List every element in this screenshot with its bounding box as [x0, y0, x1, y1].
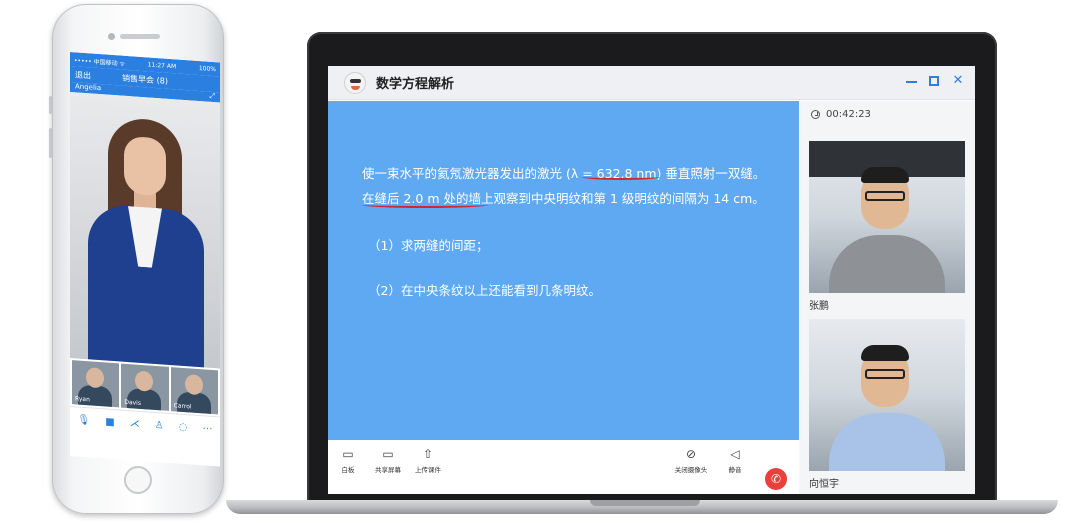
mute-button[interactable]: ◁ 静音 [715, 448, 755, 474]
upload-button[interactable]: ⇧ 上传课件 [408, 448, 448, 474]
mute-switch [49, 96, 52, 114]
upload-icon: ⇧ [422, 447, 434, 461]
clock-icon [811, 110, 820, 119]
fullscreen-icon[interactable]: ⤢ [209, 92, 215, 102]
participant-video[interactable] [809, 141, 965, 293]
mic-icon[interactable]: 🎙 [78, 415, 91, 427]
home-button[interactable] [124, 466, 152, 494]
laptop-notch [590, 500, 700, 506]
thumbnail[interactable]: Ryan [72, 360, 120, 408]
bottom-toolbar: ▭ 白板 ▭ 共享屏幕 ⇧ 上传课件 ⊘ 关闭摄像头 ◁ 静音 ✆ [328, 440, 799, 494]
annotation-underline [582, 174, 660, 180]
whiteboard[interactable]: 使一束水平的氦氖激光器发出的激光 (λ = 632.8 nm) 垂直照射一双缝。… [328, 101, 799, 440]
participant-name: 张鹏 [809, 301, 829, 312]
session-timer: 00:42:23 [811, 109, 871, 120]
more-icon[interactable]: ⋯ [202, 423, 212, 435]
question-line-1: 使一束水平的氦氖激光器发出的激光 (λ = 632.8 nm) 垂直照射一双缝。 [362, 166, 766, 181]
carrier: ••••• 中国移动 ᯤ [74, 56, 125, 68]
chat-icon[interactable]: ◌ [179, 422, 188, 434]
question-part-2: （2）在中央条纹以上还能看到几条明纹。 [368, 283, 601, 298]
question-part-1: （1）求两缝的间距； [368, 238, 489, 253]
thumbnail[interactable]: Carrol [170, 367, 218, 415]
battery: 100% [198, 64, 216, 73]
classroom-app-window: 数学方程解析 ✕ 使一束水平的氦氖激光器发出的激光 (λ = 632.8 nm)… [328, 66, 975, 494]
minimize-icon[interactable] [906, 74, 917, 83]
front-camera [108, 33, 115, 40]
volume-up-button [49, 128, 52, 158]
phone-time: 11:27 AM [147, 60, 177, 70]
camera-icon[interactable]: ■ [105, 416, 114, 428]
participant-video[interactable] [809, 319, 965, 471]
participant-name: 向恒宇 [809, 479, 839, 490]
monitor-icon: ▭ [382, 447, 394, 461]
maximize-icon[interactable] [929, 76, 939, 86]
speaker-icon: ◁ [730, 447, 740, 461]
close-icon[interactable]: ✕ [951, 74, 965, 88]
share-icon[interactable]: ⋌ [130, 418, 140, 430]
thumbnail[interactable]: Davis [121, 363, 169, 411]
share-screen-button[interactable]: ▭ 共享屏幕 [368, 448, 408, 474]
main-video [70, 92, 220, 369]
camera-off-button[interactable]: ⊘ 关闭摄像头 [671, 448, 711, 474]
whiteboard-button[interactable]: ▭ 白板 [328, 448, 368, 474]
user-icon[interactable]: ♙ [155, 420, 164, 432]
phone-screen: ••••• 中国移动 ᯤ 11:27 AM 100% 退出 销售早会 (8) A… [70, 52, 220, 467]
annotation-underline [362, 202, 488, 208]
window-title: 数学方程解析 [376, 77, 455, 92]
title-bar: 数学方程解析 ✕ [328, 66, 975, 100]
avatar-logo-icon [344, 71, 366, 94]
whiteboard-icon: ▭ [342, 447, 354, 461]
hangup-button[interactable]: ✆ [765, 468, 787, 490]
earpiece [120, 34, 160, 39]
participants-panel: 00:42:23 张鹏 向恒宇 [799, 101, 975, 494]
camera-off-icon: ⊘ [685, 447, 697, 461]
